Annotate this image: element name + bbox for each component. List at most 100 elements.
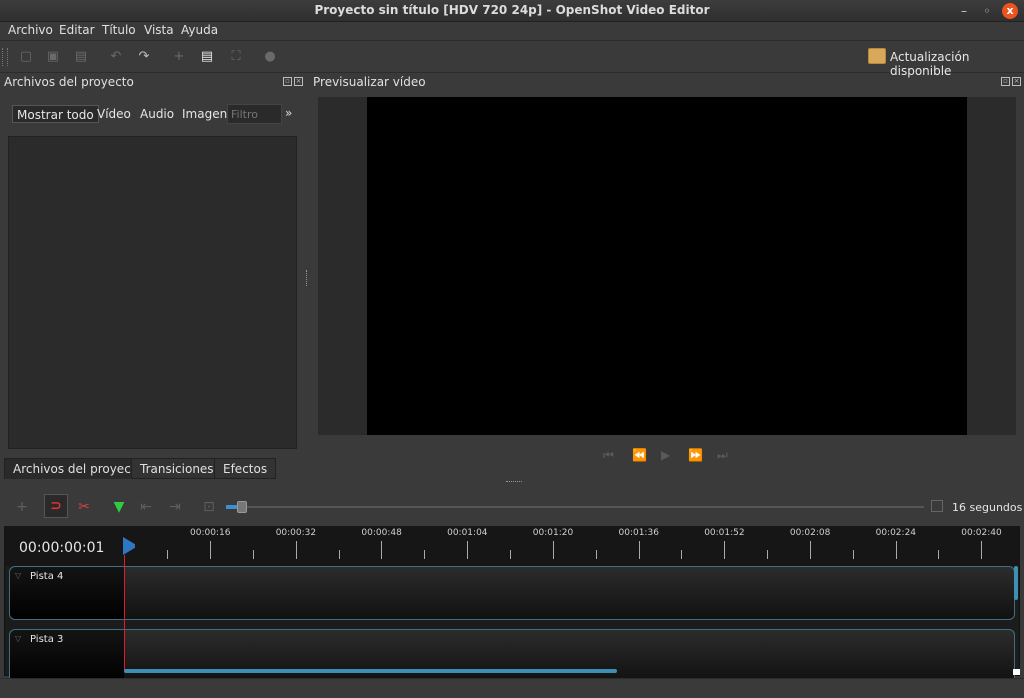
rewind-icon[interactable]: ⏪ <box>632 448 647 462</box>
fullscreen-icon[interactable]: ⛶ <box>228 49 244 65</box>
open-project-icon[interactable]: ▣ <box>45 49 61 65</box>
zoom-slider-track[interactable] <box>226 506 924 508</box>
ruler-label: 00:00:16 <box>190 528 231 538</box>
ruler-major-tick <box>381 541 383 559</box>
ruler-minor-tick <box>424 550 426 559</box>
add-track-icon[interactable]: + <box>13 498 31 516</box>
main-toolbar: ▢ ▣ ▤ ↶ ↷ + ▤ ⛶ ● Actualización disponib… <box>0 40 1024 78</box>
filter-input[interactable] <box>227 104 282 124</box>
previous-marker-icon[interactable]: ⇤ <box>137 498 155 516</box>
export-video-icon[interactable]: ● <box>262 49 278 65</box>
horizontal-scrollbar[interactable] <box>124 669 617 673</box>
close-preview-icon[interactable]: × <box>1012 77 1021 86</box>
ruler-major-tick <box>295 541 297 559</box>
project-files-list[interactable] <box>8 136 297 449</box>
playhead-line[interactable] <box>124 555 125 672</box>
horizontal-splitter[interactable] <box>506 481 522 484</box>
tab-effects[interactable]: Efectos <box>214 458 277 479</box>
minimize-icon[interactable]: – <box>956 3 972 19</box>
redo-icon[interactable]: ↷ <box>136 49 152 65</box>
ruler-minor-tick <box>595 550 597 559</box>
new-project-icon[interactable]: ▢ <box>18 49 34 65</box>
undo-icon[interactable]: ↶ <box>108 49 124 65</box>
title-bar: Proyecto sin título [HDV 720 24p] - Open… <box>0 0 1024 22</box>
collapse-chevron-icon[interactable]: ▽ <box>15 634 21 643</box>
menu-editar[interactable]: Editar <box>59 23 95 37</box>
ruler-label: 00:01:52 <box>704 528 745 538</box>
float-preview-icon[interactable]: ▫ <box>1001 77 1010 86</box>
ruler-label: 00:02:40 <box>961 528 1002 538</box>
ruler-minor-tick <box>938 550 940 559</box>
zoom-label: 16 segundos <box>952 501 1023 514</box>
menu-bar: Archivo Editar Título Vista Ayuda <box>0 22 1024 40</box>
zoom-slider-handle[interactable] <box>237 501 247 513</box>
center-timeline-icon[interactable]: ⊡ <box>200 498 218 516</box>
more-chevron-icon[interactable]: » <box>285 106 292 120</box>
track-header[interactable]: ▽ Pista 4 <box>10 567 124 619</box>
ruler-major-tick <box>981 541 983 559</box>
update-available-label[interactable]: Actualización disponible <box>890 50 1024 78</box>
collapse-chevron-icon[interactable]: ▽ <box>15 571 21 580</box>
filter-tab-image[interactable]: Imagen <box>178 105 231 123</box>
next-marker-icon[interactable]: ⇥ <box>166 498 184 516</box>
ruler-label: 00:02:24 <box>875 528 917 538</box>
play-icon[interactable]: ▶ <box>661 448 670 462</box>
ruler-major-tick <box>809 541 811 559</box>
track-pista-3[interactable]: ▽ Pista 3 <box>9 629 1015 683</box>
fast-forward-icon[interactable]: ⏩ <box>688 448 703 462</box>
track-header[interactable]: ▽ Pista 3 <box>10 630 124 682</box>
video-canvas[interactable] <box>367 97 967 435</box>
track-name: Pista 4 <box>30 571 64 582</box>
import-files-icon[interactable]: + <box>171 49 187 65</box>
tab-transitions[interactable]: Transiciones <box>131 458 223 479</box>
menu-archivo[interactable]: Archivo <box>8 23 53 37</box>
save-project-icon[interactable]: ▤ <box>73 49 89 65</box>
vertical-scrollbar[interactable] <box>1014 566 1018 600</box>
add-marker-icon[interactable]: ▼ <box>110 498 128 516</box>
preview-title: Previsualizar vídeo <box>313 75 426 89</box>
filter-tab-audio[interactable]: Audio <box>136 105 178 123</box>
filter-tab-video[interactable]: Vídeo <box>93 105 135 123</box>
ruler-label: 00:01:36 <box>618 528 659 538</box>
menu-vista[interactable]: Vista <box>144 23 174 37</box>
ruler-major-tick <box>552 541 554 559</box>
ruler-major-tick <box>467 541 469 559</box>
filter-tab-all[interactable]: Mostrar todo <box>12 105 99 123</box>
ruler-minor-tick <box>681 550 683 559</box>
close-panel-icon[interactable]: × <box>294 77 303 86</box>
ruler-label: 00:01:20 <box>532 528 574 538</box>
ruler-minor-tick <box>338 550 340 559</box>
window-title: Proyecto sin título [HDV 720 24p] - Open… <box>314 3 710 17</box>
toolbar-grip-icon[interactable] <box>2 48 8 66</box>
timecode-display: 00:00:00:01 <box>19 540 105 556</box>
track-name: Pista 3 <box>30 634 64 645</box>
ruler-minor-tick <box>767 550 769 559</box>
menu-ayuda[interactable]: Ayuda <box>181 23 218 37</box>
ruler-minor-tick <box>852 550 854 559</box>
jump-start-icon[interactable]: ⏮ <box>603 448 614 463</box>
update-box-icon[interactable] <box>868 48 886 64</box>
maximize-icon[interactable]: ◦ <box>979 3 995 19</box>
ruler-major-tick <box>210 541 211 559</box>
scroll-corner <box>1013 669 1020 675</box>
choose-profile-icon[interactable]: ▤ <box>199 49 215 65</box>
track-pista-4[interactable]: ▽ Pista 4 <box>9 566 1015 620</box>
menu-titulo[interactable]: Título <box>102 23 136 37</box>
vertical-splitter[interactable] <box>306 270 309 286</box>
close-icon[interactable]: x <box>1002 3 1018 19</box>
snap-magnet-icon[interactable]: ⊃ <box>44 494 68 518</box>
ruler-major-tick <box>724 541 726 559</box>
float-panel-icon[interactable]: ▫ <box>283 77 292 86</box>
tab-project-files[interactable]: Archivos del proyecto <box>4 458 152 479</box>
ruler-label: 00:00:48 <box>361 528 402 538</box>
jump-end-icon[interactable]: ⏭ <box>717 448 728 463</box>
ruler-minor-tick <box>252 550 254 559</box>
ruler-minor-tick <box>167 550 169 559</box>
ruler-label: 00:00:32 <box>275 528 317 538</box>
ruler-major-tick <box>638 541 640 559</box>
timeline-ruler[interactable] <box>4 526 1020 566</box>
zoom-fit-icon[interactable] <box>931 500 943 512</box>
razor-scissors-icon[interactable]: ✂ <box>75 498 93 516</box>
ruler-minor-tick <box>509 550 511 559</box>
ruler-label: 00:02:08 <box>789 528 831 538</box>
